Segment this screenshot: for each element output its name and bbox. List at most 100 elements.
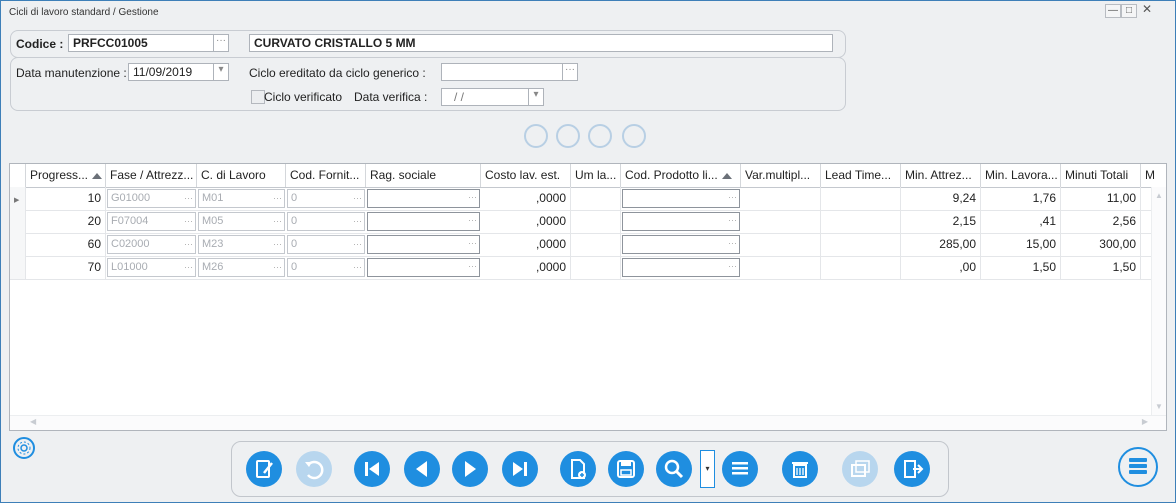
prodotto-lookup-icon[interactable]: ··· [728,261,737,271]
col-um[interactable]: Um la... [571,164,621,187]
cell-centro-input[interactable]: M23 ··· [198,235,285,254]
cell-var-multipl[interactable] [741,233,821,256]
save-icon[interactable] [608,451,644,487]
cell-min-lavora[interactable]: 15,00 [981,233,1061,256]
cell-lead-time[interactable] [821,187,901,210]
centro-lookup-icon[interactable]: ··· [273,236,282,253]
cell-ragione-sociale-input[interactable]: ··· [367,235,480,254]
col-m[interactable]: M [1141,164,1166,187]
cell-min-lavora[interactable]: 1,76 [981,187,1061,210]
cell-costo[interactable]: ,0000 [481,210,571,233]
vertical-scrollbar[interactable]: ▲ ▼ [1151,187,1166,415]
cell-min-attrez[interactable]: 9,24 [901,187,981,210]
cell-var-multipl[interactable] [741,210,821,233]
col-costo[interactable]: Costo lav. est. [481,164,571,187]
cell-minuti-totali[interactable]: 1,50 [1061,256,1141,279]
search-icon[interactable] [656,451,692,487]
fase-lookup-icon[interactable]: ··· [184,213,193,230]
undo-icon[interactable] [296,451,332,487]
col-progressivo[interactable]: Progress... [26,164,106,187]
list-icon[interactable] [722,451,758,487]
cell-um[interactable] [571,256,621,279]
rag-lookup-icon[interactable]: ··· [468,215,477,225]
cell-ragione-sociale-input[interactable]: ··· [367,258,480,277]
fase-lookup-icon[interactable]: ··· [184,190,193,207]
cell-fornitore-input[interactable]: 0 ··· [287,189,365,208]
edit-icon[interactable] [246,451,282,487]
cell-centro-input[interactable]: M05 ··· [198,212,285,231]
ciclo-ereditato-lookup-button[interactable]: ··· [562,63,578,81]
col-fornitore[interactable]: Cod. Fornit... [286,164,366,187]
search-options-dropdown[interactable]: ▾ [700,450,715,488]
row-indicator[interactable] [10,256,26,279]
table-row[interactable]: ▶ 10 G01000 ··· M01 ··· 0 ··· ··· ,0000 ··· 9,24 1,7… [10,187,1152,211]
cell-fornitore-input[interactable]: 0 ··· [287,258,365,277]
cell-min-lavora[interactable]: ,41 [981,210,1061,233]
fase-lookup-icon[interactable]: ··· [184,236,193,253]
cell-progressivo[interactable]: 10 [26,187,106,210]
fornitore-lookup-icon[interactable]: ··· [353,236,362,253]
first-record-icon[interactable] [354,451,390,487]
col-lead-time[interactable]: Lead Time... [821,164,901,187]
cell-fase-input[interactable]: C02000 ··· [107,235,196,254]
cell-min-attrez[interactable]: ,00 [901,256,981,279]
table-row[interactable]: 60 C02000 ··· M23 ··· 0 ··· ··· ,0000 ··· 285,00 15… [10,233,1152,257]
scroll-down-icon[interactable]: ▼ [1155,402,1163,411]
fornitore-lookup-icon[interactable]: ··· [353,213,362,230]
cell-prodotto-input[interactable]: ··· [622,258,740,277]
ciclo-ereditato-input[interactable] [441,63,563,81]
col-min-lavora[interactable]: Min. Lavora... [981,164,1061,187]
centro-lookup-icon[interactable]: ··· [273,190,282,207]
cell-min-attrez[interactable]: 285,00 [901,233,981,256]
col-minuti-totali[interactable]: Minuti Totali [1061,164,1141,187]
cell-progressivo[interactable]: 60 [26,233,106,256]
cell-var-multipl[interactable] [741,187,821,210]
row-indicator[interactable] [10,233,26,256]
cell-fase-input[interactable]: L01000 ··· [107,258,196,277]
cell-fase-input[interactable]: G01000 ··· [107,189,196,208]
cell-fase-input[interactable]: F07004 ··· [107,212,196,231]
next-record-icon[interactable] [452,451,488,487]
cell-costo[interactable]: ,0000 [481,187,571,210]
cell-lead-time[interactable] [821,256,901,279]
delete-row-icon[interactable] [556,124,580,148]
close-button[interactable]: ✕ [1137,3,1157,16]
data-verifica-dropdown[interactable]: ▾ [528,88,544,106]
cell-centro-input[interactable]: M26 ··· [198,258,285,277]
cell-progressivo[interactable]: 70 [26,256,106,279]
last-record-icon[interactable] [502,451,538,487]
settings-icon[interactable] [13,437,35,459]
cell-prodotto-input[interactable]: ··· [622,212,740,231]
new-document-icon[interactable] [560,451,596,487]
cell-um[interactable] [571,187,621,210]
cell-costo[interactable]: ,0000 [481,256,571,279]
data-manutenzione-input[interactable]: 11/09/2019 [128,63,214,81]
data-verifica-input[interactable]: / / [441,88,529,106]
cell-progressivo[interactable]: 20 [26,210,106,233]
maximize-button[interactable]: □ [1121,4,1137,18]
cell-lead-time[interactable] [821,233,901,256]
col-ragione-sociale[interactable]: Rag. sociale [366,164,481,187]
prodotto-lookup-icon[interactable]: ··· [728,192,737,202]
exit-icon[interactable] [894,451,930,487]
date-dropdown-button[interactable]: ▾ [213,63,229,81]
copy-icon[interactable] [842,451,878,487]
scroll-right-icon[interactable]: ▶ [1142,417,1148,426]
cell-um[interactable] [571,210,621,233]
rag-lookup-icon[interactable]: ··· [468,192,477,202]
check-edit-icon[interactable] [622,124,646,148]
cell-minuti-totali[interactable]: 300,00 [1061,233,1141,256]
cell-prodotto-input[interactable]: ··· [622,235,740,254]
fase-lookup-icon[interactable]: ··· [184,259,193,276]
col-prodotto[interactable]: Cod. Prodotto li... [621,164,741,187]
row-indicator[interactable] [10,210,26,233]
description-input[interactable]: CURVATO CRISTALLO 5 MM [249,34,833,52]
minimize-button[interactable]: — [1105,4,1121,18]
ciclo-verificato-checkbox[interactable] [251,90,265,104]
cell-ragione-sociale-input[interactable]: ··· [367,189,480,208]
col-centro-lavoro[interactable]: C. di Lavoro [197,164,286,187]
cell-centro-input[interactable]: M01 ··· [198,189,285,208]
prodotto-lookup-icon[interactable]: ··· [728,215,737,225]
scroll-up-icon[interactable]: ▲ [1155,191,1163,200]
cell-min-attrez[interactable]: 2,15 [901,210,981,233]
